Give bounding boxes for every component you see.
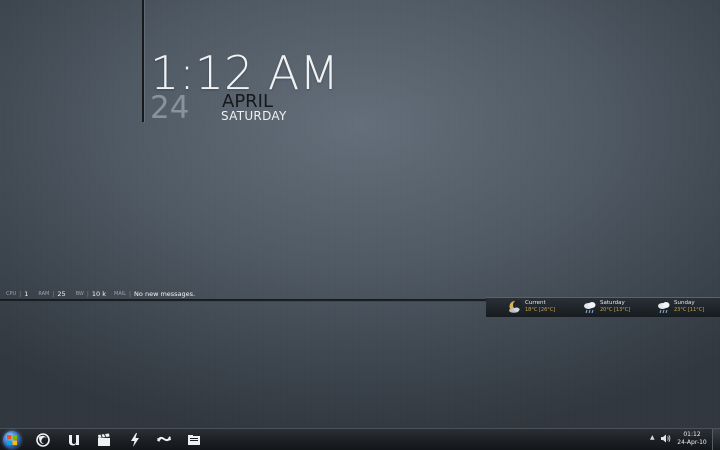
show-desktop-button[interactable] — [712, 429, 720, 450]
sync-app-button[interactable] — [156, 432, 172, 448]
weather-sunday-text: Sunday 23°C [11°C] — [674, 300, 704, 314]
mail-status[interactable]: MAIL | No new messages. — [114, 290, 195, 298]
tray-time: 01:12 — [683, 431, 701, 438]
separator: | — [86, 290, 89, 298]
explorer-button[interactable] — [186, 432, 202, 448]
weather-sunday-temp: 23°C [11°C] — [674, 307, 705, 313]
weather-saturday: Saturday 20°C [13°C] — [583, 300, 630, 314]
separator: | — [19, 290, 22, 298]
cpu-status: CPU | 1 — [6, 290, 28, 298]
weather-saturday-label: Saturday — [600, 300, 625, 306]
weather-current: Current 18°C [26°C] — [508, 300, 555, 314]
weather-sunday-label: Sunday — [674, 300, 695, 306]
volume-icon[interactable] — [661, 434, 671, 443]
weather-sunday: Sunday 23°C [11°C] — [657, 300, 704, 314]
film-clapper-icon — [98, 433, 110, 446]
rain-cloud-icon — [584, 302, 596, 314]
moon-cloud-icon — [509, 300, 522, 313]
bandwidth-value: 10 k — [91, 290, 107, 298]
weather-current-temp: 18°C [26°C] — [525, 307, 556, 313]
tray-date: 24-Apr-10 — [677, 439, 707, 446]
ram-status: RAM | 25 — [38, 290, 65, 298]
ram-label: RAM — [38, 291, 50, 297]
mail-label: MAIL — [114, 291, 127, 297]
folder-icon — [188, 435, 200, 445]
separator: | — [129, 290, 132, 298]
start-button[interactable] — [3, 431, 21, 449]
weather-saturday-temp: 20°C [13°C] — [600, 307, 631, 313]
cpu-value: 1 — [24, 290, 29, 298]
sync-icon — [157, 436, 171, 442]
utorrent-button[interactable] — [66, 432, 82, 448]
ram-value: 25 — [57, 290, 66, 298]
weather-saturday-text: Saturday 20°C [13°C] — [600, 300, 630, 314]
clock-day-number: 24 — [150, 90, 190, 126]
separator: | — [52, 290, 55, 298]
weather-current-label: Current — [525, 300, 546, 306]
weather-current-text: Current 18°C [26°C] — [525, 300, 555, 314]
bandwidth-label: BW — [75, 291, 84, 297]
lightning-app-button[interactable] — [127, 432, 143, 448]
lightning-icon — [131, 433, 139, 447]
windows-logo-icon — [7, 435, 17, 445]
tray-expand-arrow-icon[interactable]: ▲ — [650, 434, 655, 441]
weather-widget[interactable]: Current 18°C [26°C] Saturday 20°C [13°C]… — [486, 297, 720, 317]
utorrent-icon — [69, 435, 79, 446]
bandwidth-status: BW | 10 k — [76, 290, 106, 298]
clock-divider-bar — [142, 0, 144, 122]
tray-clock[interactable]: 01:12 24-Apr-10 — [676, 431, 708, 447]
clock-weekday: SATURDAY — [221, 109, 287, 123]
mail-value: No new messages. — [134, 290, 196, 298]
firefox-button[interactable] — [35, 432, 51, 448]
media-player-button[interactable] — [96, 432, 112, 448]
rain-cloud-icon — [658, 302, 670, 314]
taskbar — [0, 428, 720, 450]
cpu-label: CPU — [6, 291, 17, 297]
firefox-icon — [36, 433, 50, 447]
